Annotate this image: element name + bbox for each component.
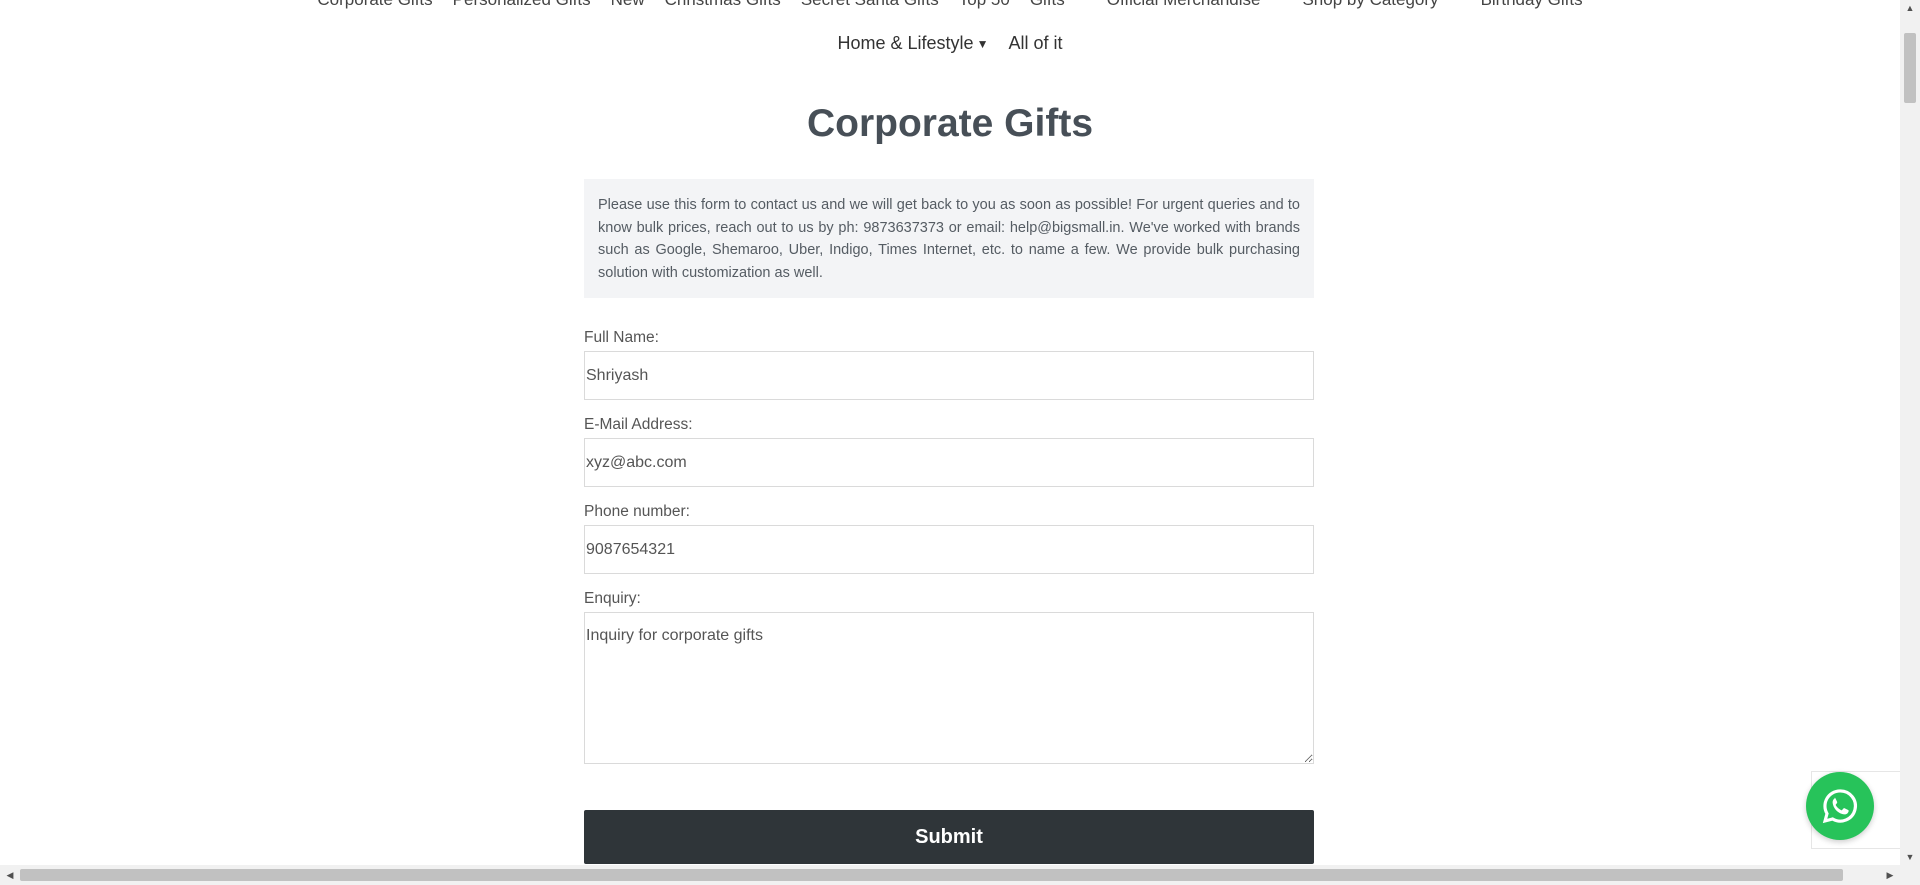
nav-item-corporate-gifts[interactable]: Corporate Gifts [307,0,442,12]
nav-item-gifts[interactable]: Gifts [1020,0,1075,12]
scroll-up-arrow-icon[interactable]: ▲ [1900,0,1920,16]
phone-input[interactable] [584,525,1314,574]
vertical-scrollbar[interactable]: ▲ ▼ [1900,0,1920,865]
nav-item-top-50[interactable]: Top 50 [949,0,1020,12]
horizontal-scroll-thumb[interactable] [20,869,1843,881]
whatsapp-icon [1822,789,1857,824]
nav-item-official-merchandise[interactable]: Official Merchandise [1097,0,1271,12]
top-nav-row-1: Corporate Gifts Personalized Gifts New C… [0,0,1900,12]
nav-item-shop-by-category[interactable]: Shop by Category [1292,0,1448,12]
nav-item-birthday-gifts[interactable]: Birthday Gifts [1471,0,1593,12]
scroll-right-arrow-icon[interactable]: ▶ [1882,865,1898,885]
horizontal-scrollbar[interactable]: ◀ ▶ [0,865,1920,885]
nav-item-all-of-it[interactable]: All of it [998,30,1072,56]
scroll-left-arrow-icon[interactable]: ◀ [2,865,18,885]
nav-item-personalized-gifts[interactable]: Personalized Gifts [443,0,601,12]
full-name-input[interactable] [584,351,1314,400]
caret-down-icon: ▼ [976,37,989,51]
enquiry-label: Enquiry: [584,590,641,607]
nav-item-home-lifestyle[interactable]: Home & Lifestyle ▼ [828,30,999,56]
contact-notice: Please use this form to contact us and w… [584,179,1314,298]
scroll-down-arrow-icon[interactable]: ▼ [1900,849,1920,865]
page-title: Corporate Gifts [806,102,1094,145]
vertical-scroll-thumb[interactable] [1904,33,1916,103]
email-input[interactable] [584,438,1314,487]
top-nav-row-2: Home & Lifestyle ▼ All of it [0,30,1900,56]
whatsapp-button[interactable] [1806,772,1874,840]
nav-item-home-lifestyle-label: Home & Lifestyle [837,33,974,53]
phone-label: Phone number: [584,503,690,520]
full-name-label: Full Name: [584,329,659,346]
nav-item-secret-santa-gifts[interactable]: Secret Santa Gifts [791,0,949,12]
nav-item-christmas-gifts[interactable]: Christmas Gifts [655,0,791,12]
email-label: E-Mail Address: [584,416,693,433]
enquiry-textarea[interactable]: Inquiry for corporate gifts [584,612,1314,764]
nav-item-new[interactable]: New [601,0,655,12]
submit-button[interactable]: Submit [584,810,1314,864]
